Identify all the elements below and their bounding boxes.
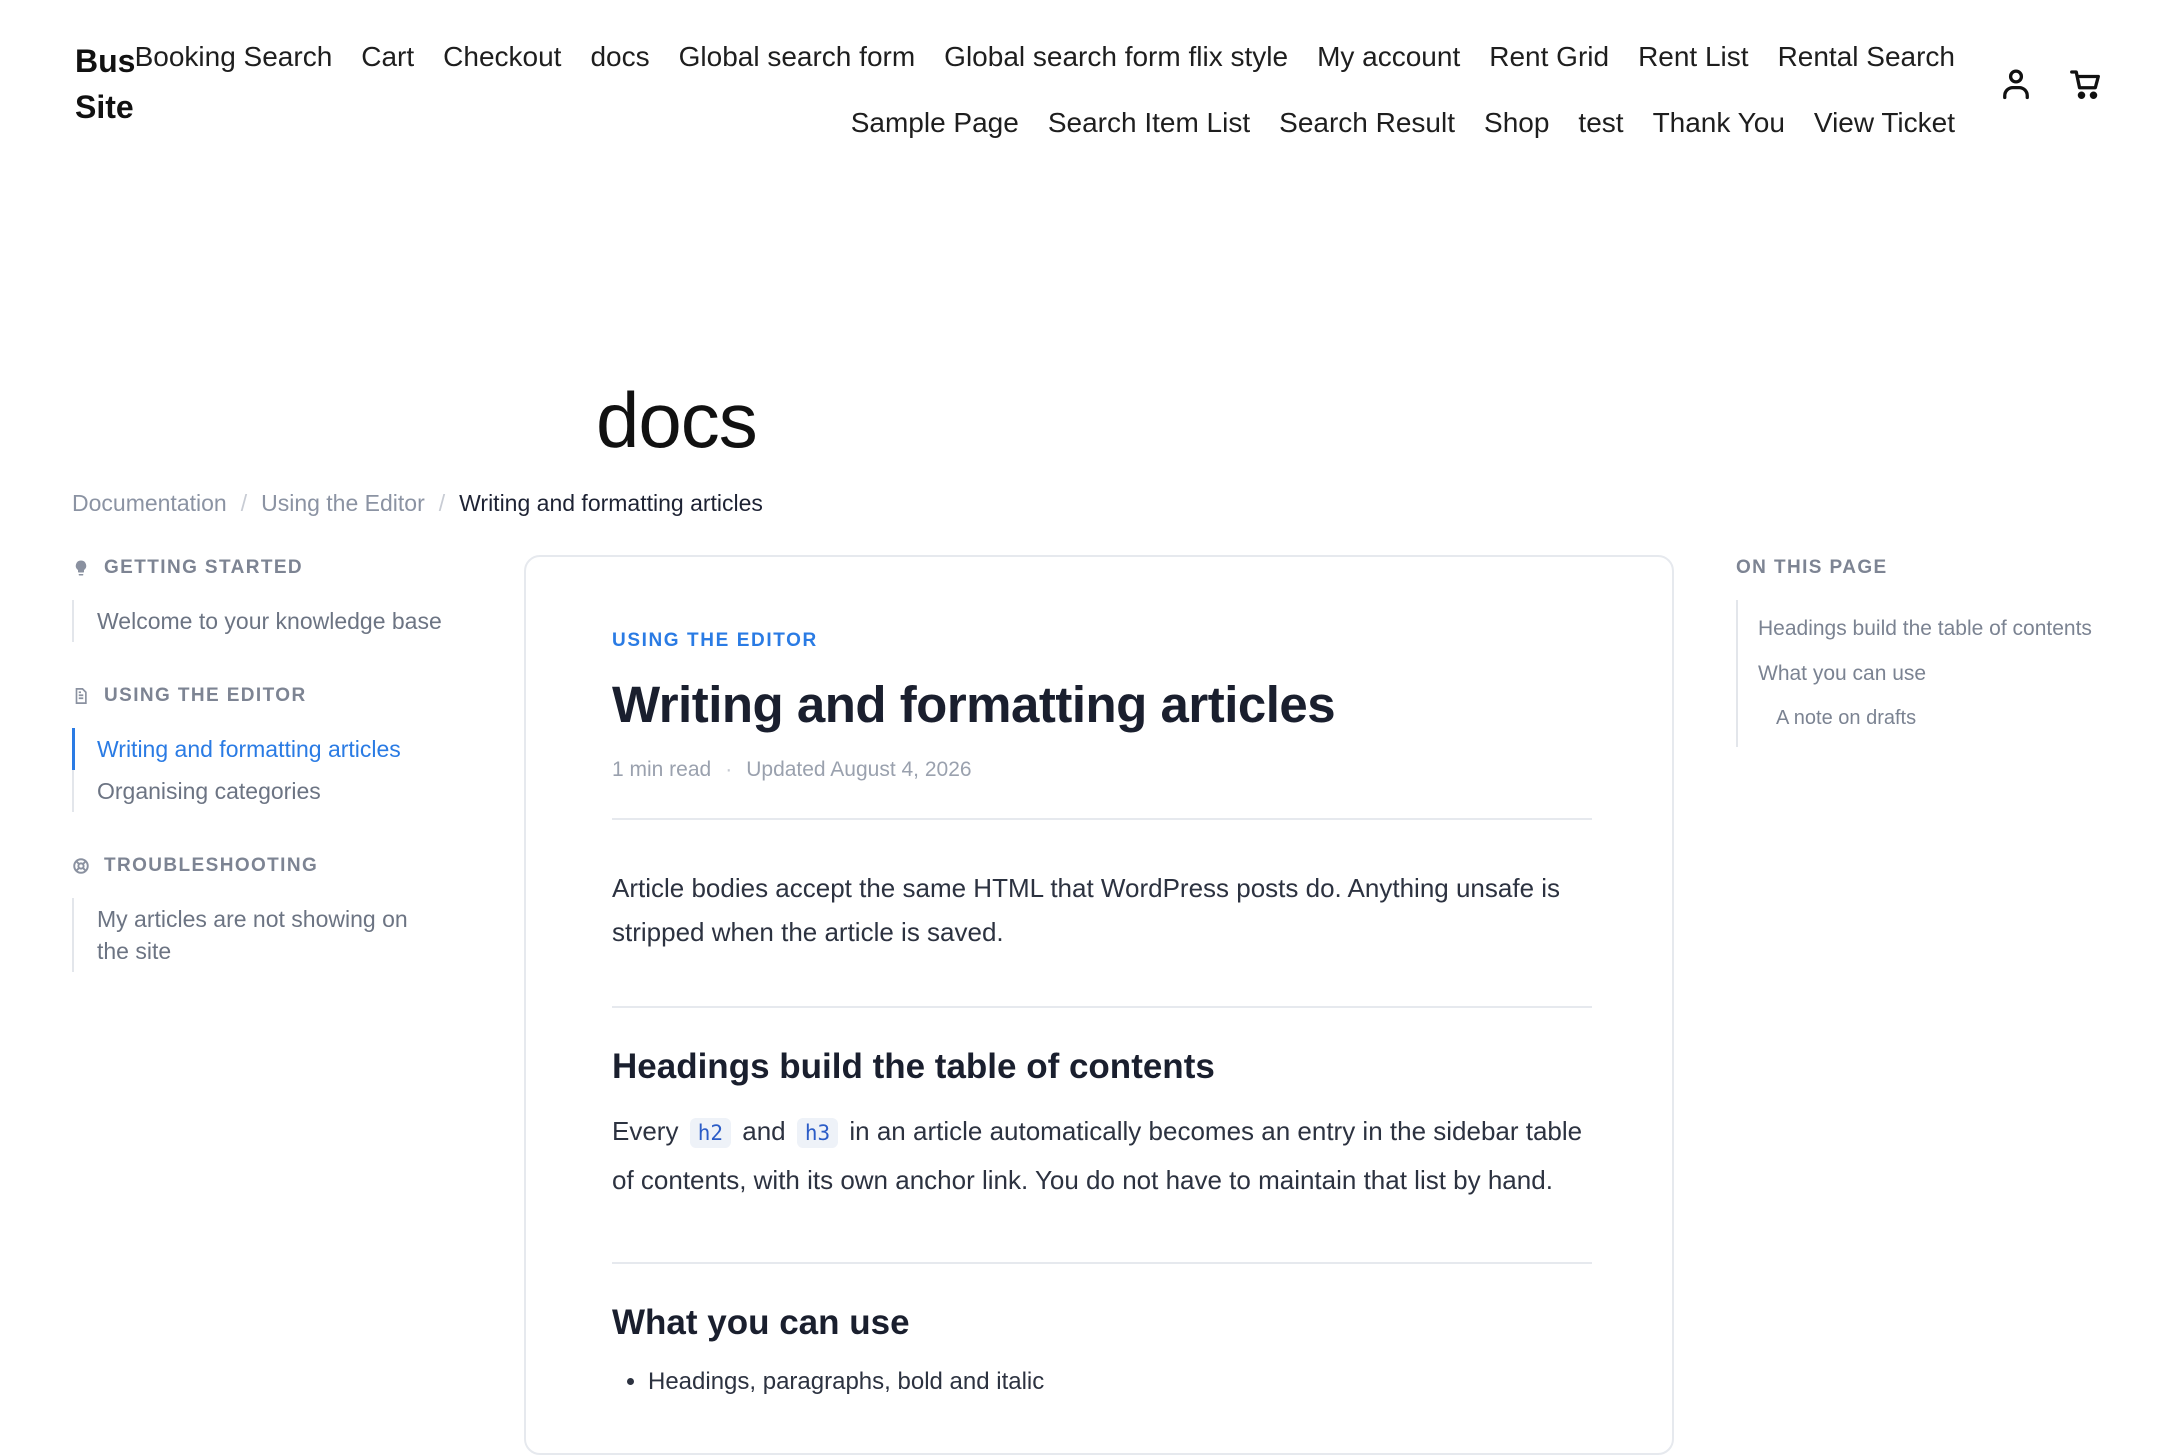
sidebar-item-organising-categories[interactable]: Organising categories <box>72 770 472 812</box>
nav-item-sample-page[interactable]: Sample Page <box>851 107 1019 139</box>
table-of-contents: On this page Headings build the table of… <box>1736 548 2136 747</box>
divider <box>612 818 1592 820</box>
sidebar-item-welcome[interactable]: Welcome to your knowledge base <box>72 600 472 642</box>
toc-item-a-note-on-drafts[interactable]: A note on drafts <box>1738 696 2136 741</box>
breadcrumb: Documentation / Using the Editor / Writi… <box>72 490 763 517</box>
article-card: Using the Editor Writing and formatting … <box>524 555 1674 1455</box>
inline-code-h3: h3 <box>796 1118 839 1148</box>
breadcrumb-separator: / <box>240 490 248 516</box>
sidebar-section-label: Getting Started <box>104 557 304 578</box>
nav-item-cart[interactable]: Cart <box>361 41 414 73</box>
user-icon[interactable] <box>1998 66 2034 102</box>
divider <box>612 1262 1592 1264</box>
sidebar-section-header: Getting Started <box>72 548 472 588</box>
cart-icon[interactable] <box>2068 66 2104 102</box>
breadcrumb-separator: / <box>438 490 446 516</box>
read-time: 1 min read <box>612 758 712 781</box>
sidebar-section-label: Using the Editor <box>104 685 307 706</box>
article-title: Writing and formatting articles <box>612 676 1336 733</box>
nav-item-global-search-form-flix[interactable]: Global search form flix style <box>944 41 1288 73</box>
nav-item-checkout[interactable]: Checkout <box>443 41 561 73</box>
divider <box>612 1006 1592 1008</box>
nav-item-booking-search[interactable]: Booking Search <box>135 41 333 73</box>
nav-item-my-account[interactable]: My account <box>1317 41 1460 73</box>
breadcrumb-link-documentation[interactable]: Documentation <box>72 490 227 517</box>
nav-item-rent-list[interactable]: Rent List <box>1638 41 1749 73</box>
list-item: Headings, paragraphs, bold and italic <box>648 1368 1592 1396</box>
lightbulb-icon <box>72 559 90 577</box>
toc-list: Headings build the table of contents Wha… <box>1736 600 2136 747</box>
nav-row-1: Booking Search Cart Checkout docs Global… <box>95 24 1955 90</box>
sidebar-list: My articles are not showing on the site <box>72 898 472 972</box>
section-paragraph: Every h2 and h3 in an article automatica… <box>612 1108 1592 1204</box>
meta-separator: · <box>725 758 733 781</box>
page-title: docs <box>596 376 758 464</box>
section-heading-headings: Headings build the table of contents <box>612 1047 1215 1086</box>
sidebar-section-troubleshooting: Troubleshooting My articles are not show… <box>72 846 472 972</box>
nav-item-global-search-form[interactable]: Global search form <box>679 41 916 73</box>
lifebuoy-icon <box>72 857 90 875</box>
toc-heading: On this page <box>1736 557 1888 578</box>
toc-item-what-you-can-use[interactable]: What you can use <box>1738 651 2136 696</box>
inline-code-h2: h2 <box>689 1118 731 1148</box>
bullet-list: Headings, paragraphs, bold and italic <box>612 1368 1592 1396</box>
sidebar-section-label: Troubleshooting <box>104 855 319 876</box>
nav-item-docs[interactable]: docs <box>590 41 649 73</box>
paragraph-text: Every <box>612 1116 679 1146</box>
breadcrumb-current: Writing and formatting articles <box>459 490 763 516</box>
nav-item-thank-you[interactable]: Thank You <box>1653 107 1785 139</box>
primary-nav: Booking Search Cart Checkout docs Global… <box>95 24 1955 156</box>
nav-item-search-item-list[interactable]: Search Item List <box>1048 107 1250 139</box>
nav-item-search-result[interactable]: Search Result <box>1279 107 1455 139</box>
sidebar-section-getting-started: Getting Started Welcome to your knowledg… <box>72 548 472 642</box>
paragraph-text: and <box>742 1116 786 1146</box>
document-icon <box>72 687 90 705</box>
nav-item-test[interactable]: test <box>1578 107 1623 139</box>
article-category[interactable]: Using the Editor <box>612 630 1592 652</box>
sidebar-section-using-the-editor: Using the Editor Writing and formatting … <box>72 676 472 812</box>
sidebar-section-header: Using the Editor <box>72 676 472 716</box>
nav-row-2: Sample Page Search Item List Search Resu… <box>95 90 1955 156</box>
nav-item-rent-grid[interactable]: Rent Grid <box>1489 41 1609 73</box>
article-content: Using the Editor Writing and formatting … <box>612 630 1592 1396</box>
sidebar-list: Writing and formatting articles Organisi… <box>72 728 472 812</box>
section-heading-what-you-can-use: What you can use <box>612 1303 910 1342</box>
nav-item-view-ticket[interactable]: View Ticket <box>1814 107 1955 139</box>
docs-sidebar: Getting Started Welcome to your knowledg… <box>72 548 472 1006</box>
nav-item-shop[interactable]: Shop <box>1484 107 1549 139</box>
article-intro: Article bodies accept the same HTML that… <box>612 873 1561 947</box>
sidebar-section-header: Troubleshooting <box>72 846 472 886</box>
sidebar-item-articles-not-showing[interactable]: My articles are not showing on the site <box>72 898 437 972</box>
nav-item-rental-search[interactable]: Rental Search <box>1778 41 1955 73</box>
toc-item-headings[interactable]: Headings build the table of contents <box>1738 606 2136 651</box>
updated-date: Updated August 4, 2026 <box>746 758 972 781</box>
sidebar-item-writing-and-formatting[interactable]: Writing and formatting articles <box>72 728 472 770</box>
article-meta: 1 min read · Updated August 4, 2026 <box>612 758 1592 782</box>
sidebar-list: Welcome to your knowledge base <box>72 600 472 642</box>
breadcrumb-link-using-the-editor[interactable]: Using the Editor <box>261 490 425 517</box>
